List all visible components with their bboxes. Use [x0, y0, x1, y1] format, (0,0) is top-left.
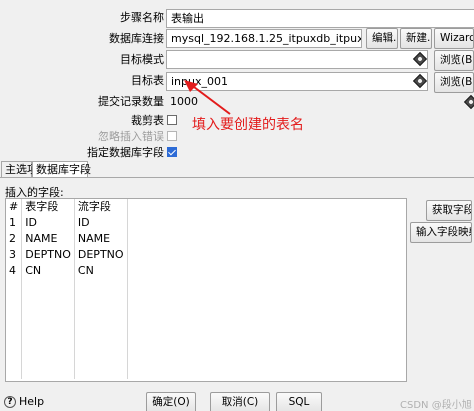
annotation-arrow-icon	[184, 80, 231, 115]
tab-divider	[0, 177, 474, 178]
stream-field-cell[interactable]: NAME	[74, 231, 128, 247]
target-table-label: 目标表	[131, 74, 164, 87]
table-row[interactable]: 4 CN CN	[6, 263, 128, 279]
table-filler-row	[6, 279, 128, 379]
target-schema-input[interactable]	[166, 50, 428, 69]
column-header-num[interactable]: #	[6, 199, 23, 215]
ignore-errors-label: 忽略插入错误	[98, 130, 164, 143]
row-number: 2	[6, 231, 23, 247]
column-header-stream-field[interactable]: 流字段	[74, 199, 128, 215]
input-field-mapping-button[interactable]: 输入字段映射	[410, 222, 472, 243]
stream-field-cell[interactable]: DEPTNO	[74, 247, 128, 263]
truncate-checkbox[interactable]	[167, 115, 177, 125]
browse-schema-button[interactable]: 浏览(B)...	[434, 50, 474, 71]
row-number: 3	[6, 247, 23, 263]
browse-table-button[interactable]: 浏览(B)...	[434, 72, 474, 93]
truncate-label: 裁剪表	[131, 114, 164, 127]
table-field-cell[interactable]: NAME	[21, 231, 75, 247]
table-field-cell[interactable]: DEPTNO	[21, 247, 75, 263]
db-connection-select[interactable]: mysql_192.168.1.25_itpuxdb_itpux	[166, 29, 362, 48]
sql-button[interactable]: SQL	[276, 392, 322, 411]
annotation-text: 填入要创建的表名	[192, 117, 304, 133]
get-fields-button[interactable]: 获取字段	[426, 200, 472, 221]
specify-fields-label: 指定数据库字段	[87, 146, 164, 159]
watermark-text: CSDN @段小旭	[400, 400, 472, 411]
target-schema-label: 目标模式	[120, 53, 164, 66]
table-field-cell[interactable]: CN	[21, 263, 75, 279]
column-header-table-field[interactable]: 表字段	[21, 199, 75, 215]
cancel-button[interactable]: 取消(C)	[210, 392, 270, 411]
commit-size-label: 提交记录数量	[98, 95, 164, 108]
question-circle-icon: ?	[4, 395, 16, 408]
new-connection-button[interactable]: 新建...	[400, 28, 432, 49]
fields-table[interactable]: # 表字段 流字段 1 ID ID 2 NAME NAME 3 DEPTNO D…	[5, 198, 407, 382]
table-row[interactable]: 1 ID ID	[6, 215, 128, 231]
ignore-errors-checkbox[interactable]	[167, 131, 177, 141]
tab-main[interactable]: 主选项	[1, 161, 38, 178]
row-number: 4	[6, 263, 23, 279]
stream-field-cell[interactable]: ID	[74, 215, 128, 231]
specify-fields-checkbox[interactable]	[167, 147, 177, 157]
edit-connection-button[interactable]: 编辑...	[366, 28, 398, 49]
db-connection-label: 数据库连接	[109, 32, 164, 45]
wizard-button[interactable]: Wizard...	[434, 28, 474, 49]
ok-button[interactable]: 确定(O)	[146, 392, 196, 411]
help-button[interactable]: ? Help	[4, 395, 44, 408]
table-header-row: # 表字段 流字段	[6, 199, 128, 215]
stream-field-cell[interactable]: CN	[74, 263, 128, 279]
table-row[interactable]: 3 DEPTNO DEPTNO	[6, 247, 128, 263]
step-name-input[interactable]: 表输出	[166, 9, 474, 28]
tab-db-fields[interactable]: 数据库字段	[32, 161, 91, 178]
table-row[interactable]: 2 NAME NAME	[6, 231, 128, 247]
table-field-cell[interactable]: ID	[21, 215, 75, 231]
step-name-label: 步骤名称	[120, 11, 164, 24]
help-label: Help	[19, 395, 45, 408]
row-number: 1	[6, 215, 23, 231]
